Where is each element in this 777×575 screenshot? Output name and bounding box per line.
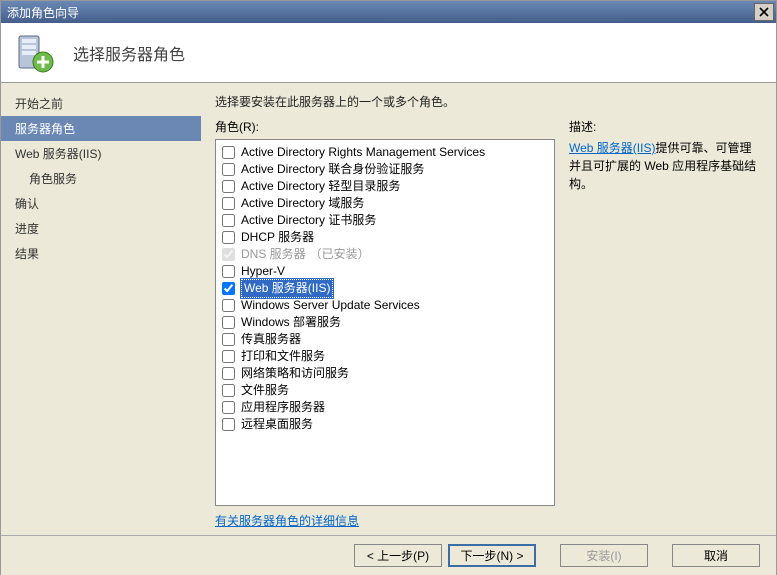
role-item[interactable]: Hyper-V [222,263,548,280]
wizard-footer: < 上一步(P) 下一步(N) > 安装(I) 取消 [1,535,776,575]
sidebar-step[interactable]: 结果 [1,241,201,266]
role-checkbox[interactable] [222,265,235,278]
description-link[interactable]: Web 服务器(IIS) [569,141,655,155]
sidebar-step[interactable]: 进度 [1,216,201,241]
role-checkbox [222,248,235,261]
role-item[interactable]: Windows 部署服务 [222,314,548,331]
more-info-link[interactable]: 有关服务器角色的详细信息 [215,512,555,529]
role-checkbox[interactable] [222,333,235,346]
main-panel: 选择要安装在此服务器上的一个或多个角色。 角色(R): Active Direc… [201,83,776,535]
role-item[interactable]: Web 服务器(IIS) [222,280,548,297]
content-columns: 角色(R): Active Directory Rights Managemen… [215,118,762,529]
role-checkbox[interactable] [222,384,235,397]
sidebar-step[interactable]: Web 服务器(IIS) [1,141,201,166]
role-label: Active Directory 域服务 [241,195,364,212]
role-installed-suffix: （已安装） [310,246,370,263]
titlebar: 添加角色向导 [1,1,776,23]
roles-label: 角色(R): [215,118,555,135]
role-item[interactable]: 远程桌面服务 [222,416,548,433]
sidebar-step[interactable]: 开始之前 [1,91,201,116]
description-column: 描述: Web 服务器(IIS)提供可靠、可管理并且可扩展的 Web 应用程序基… [569,118,762,529]
role-item[interactable]: Active Directory 域服务 [222,195,548,212]
server-role-icon [13,32,55,74]
description-text: Web 服务器(IIS)提供可靠、可管理并且可扩展的 Web 应用程序基础结构。 [569,139,762,193]
role-label: 应用程序服务器 [241,399,325,416]
role-label: DNS 服务器 [241,246,306,263]
wizard-body: 开始之前服务器角色Web 服务器(IIS)角色服务确认进度结果 选择要安装在此服… [1,83,776,535]
role-label: 打印和文件服务 [241,348,325,365]
role-checkbox[interactable] [222,231,235,244]
description-label: 描述: [569,118,762,135]
role-checkbox[interactable] [222,163,235,176]
role-label: Active Directory 联合身份验证服务 [241,161,424,178]
role-label: 远程桌面服务 [241,416,313,433]
role-label: DHCP 服务器 [241,229,314,246]
role-item[interactable]: DNS 服务器（已安装） [222,246,548,263]
role-label: 文件服务 [241,382,289,399]
role-checkbox[interactable] [222,418,235,431]
role-checkbox[interactable] [222,316,235,329]
role-item[interactable]: Active Directory 轻型目录服务 [222,178,548,195]
role-label: Hyper-V [241,263,285,280]
role-label: Web 服务器(IIS) [241,279,333,298]
role-checkbox[interactable] [222,214,235,227]
role-checkbox[interactable] [222,350,235,363]
role-item[interactable]: Active Directory 证书服务 [222,212,548,229]
wizard-header: 选择服务器角色 [1,23,776,83]
roles-column: 角色(R): Active Directory Rights Managemen… [215,118,555,529]
role-checkbox[interactable] [222,401,235,414]
prev-button[interactable]: < 上一步(P) [354,544,442,567]
window-title: 添加角色向导 [7,4,754,21]
sidebar-step[interactable]: 服务器角色 [1,116,201,141]
sidebar-step[interactable]: 角色服务 [1,166,201,191]
role-checkbox[interactable] [222,282,235,295]
role-checkbox[interactable] [222,146,235,159]
role-label: Active Directory 轻型目录服务 [241,178,400,195]
role-item[interactable]: Windows Server Update Services [222,297,548,314]
role-label: 传真服务器 [241,331,301,348]
role-item[interactable]: Active Directory 联合身份验证服务 [222,161,548,178]
role-item[interactable]: 打印和文件服务 [222,348,548,365]
role-checkbox[interactable] [222,367,235,380]
role-item[interactable]: 传真服务器 [222,331,548,348]
roles-listbox[interactable]: Active Directory Rights Management Servi… [215,139,555,506]
role-label: Windows Server Update Services [241,297,420,314]
role-label: 网络策略和访问服务 [241,365,349,382]
role-item[interactable]: DHCP 服务器 [222,229,548,246]
instruction-text: 选择要安装在此服务器上的一个或多个角色。 [215,93,762,110]
role-item[interactable]: Active Directory Rights Management Servi… [222,144,548,161]
install-button: 安装(I) [560,544,648,567]
sidebar-step[interactable]: 确认 [1,191,201,216]
next-button[interactable]: 下一步(N) > [448,544,536,567]
cancel-button[interactable]: 取消 [672,544,760,567]
wizard-window: 添加角色向导 选择服务器角色 开始之前服务器角色Web 服务器(IIS)角色服务… [0,0,777,575]
close-button[interactable] [754,3,774,21]
steps-sidebar: 开始之前服务器角色Web 服务器(IIS)角色服务确认进度结果 [1,83,201,535]
page-title: 选择服务器角色 [73,41,185,65]
close-icon [759,7,769,17]
role-checkbox[interactable] [222,299,235,312]
role-checkbox[interactable] [222,197,235,210]
role-label: Active Directory Rights Management Servi… [241,144,485,161]
role-item[interactable]: 应用程序服务器 [222,399,548,416]
role-label: Windows 部署服务 [241,314,341,331]
role-item[interactable]: 网络策略和访问服务 [222,365,548,382]
role-checkbox[interactable] [222,180,235,193]
role-item[interactable]: 文件服务 [222,382,548,399]
role-label: Active Directory 证书服务 [241,212,376,229]
